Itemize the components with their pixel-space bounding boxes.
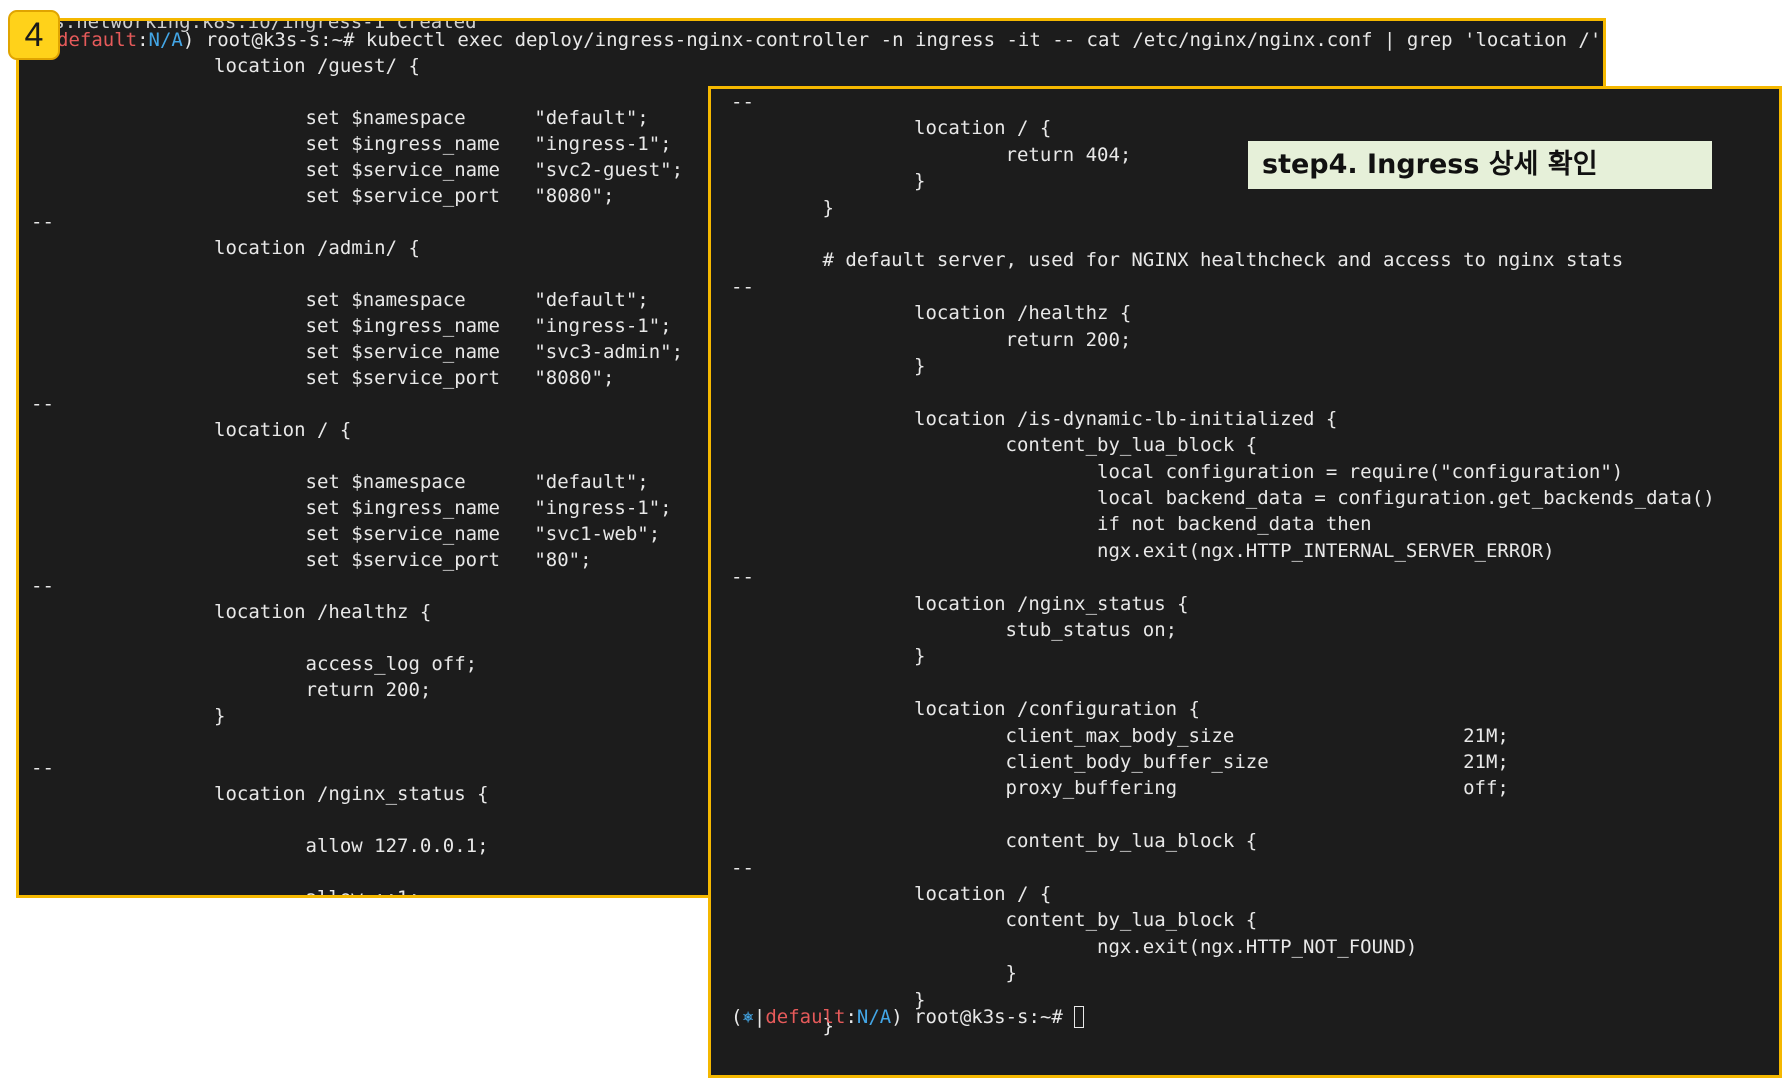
output-line: location /admin/ {: [31, 237, 420, 259]
output-line: set $ingress_name "ingress-1";: [31, 133, 672, 155]
output-line: client_max_body_size 21M;: [731, 724, 1509, 747]
output-line: set $ingress_name "ingress-1";: [31, 315, 672, 337]
output-line: --: [731, 566, 754, 589]
prompt-context: N/A: [856, 1006, 892, 1028]
output-line: access_log off;: [31, 653, 478, 675]
output-line: location / {: [731, 117, 1052, 140]
right-terminal-window[interactable]: -- location / { return 404; } } # defaul…: [708, 86, 1782, 1078]
prompt-user-host: root@k3s-s:~#: [194, 29, 366, 51]
output-line: set $service_port "8080";: [31, 367, 615, 389]
output-line: set $namespace "default";: [31, 289, 649, 311]
output-line: --: [31, 757, 54, 779]
output-line: location /nginx_status {: [731, 592, 1189, 615]
output-line: return 200;: [31, 679, 432, 701]
prompt-context: N/A: [148, 29, 183, 51]
output-line: allow 127.0.0.1;: [31, 835, 489, 857]
output-line: content_by_lua_block {: [731, 830, 1258, 853]
output-line: return 404;: [731, 143, 1132, 166]
output-line: --: [731, 91, 754, 113]
output-line: local configuration = require("configura…: [731, 460, 1624, 483]
output-line: local backend_data = configuration.get_b…: [731, 487, 1715, 509]
prompt-close-paren: ): [891, 1006, 903, 1028]
output-line: location /healthz {: [731, 302, 1132, 325]
output-line: --: [31, 575, 54, 597]
output-line: ngx.exit(ngx.HTTP_NOT_FOUND): [731, 935, 1418, 958]
output-line: --: [731, 856, 754, 879]
output-line: set $service_port "80";: [31, 549, 592, 571]
output-line: set $service_port "8080";: [31, 185, 615, 207]
output-line: set $service_name "svc3-admin";: [31, 341, 684, 363]
output-line: location /guest/ {: [31, 55, 420, 77]
prompt-separator: :: [137, 29, 149, 51]
output-line: }: [31, 705, 226, 727]
output-line: --: [31, 393, 54, 415]
output-line: set $namespace "default";: [31, 107, 649, 129]
terminal-cursor[interactable]: [1074, 1006, 1085, 1028]
prompt-bar: |: [753, 1006, 766, 1028]
output-line: # default server, used for NGINX healthc…: [731, 249, 1624, 272]
step-description-label: step4. Ingress 상세 확인: [1248, 141, 1712, 189]
output-line: return 200;: [731, 328, 1132, 351]
output-line: set $ingress_name "ingress-1";: [31, 497, 672, 519]
step-number-badge: 4: [8, 10, 60, 60]
command-text: kubectl exec deploy/ingress-nginx-contro…: [365, 29, 1606, 51]
prompt-separator: :: [845, 1006, 857, 1028]
output-line: location /is-dynamic-lb-initialized {: [731, 407, 1338, 430]
output-line: location / {: [31, 419, 352, 441]
output-line: stub_status on;: [731, 619, 1178, 641]
output-line: ngx.exit(ngx.HTTP_INTERNAL_SERVER_ERROR): [731, 539, 1555, 562]
output-line: location /configuration {: [731, 698, 1200, 721]
output-line: set $namespace "default";: [31, 471, 649, 493]
output-line: if not backend_data then: [731, 513, 1372, 536]
output-line: --: [31, 211, 54, 233]
command-prompt-line: default:N/A) root@k3s-s:~# kubectl exec …: [57, 27, 1606, 53]
output-line: }: [731, 170, 926, 193]
output-line: }: [731, 196, 834, 219]
kube-helm-icon: ⎈: [742, 1006, 754, 1028]
output-line: location /nginx_status {: [31, 783, 489, 805]
output-line: set $service_name "svc1-web";: [31, 523, 661, 545]
output-line: --: [731, 275, 754, 298]
output-line: proxy_buffering off;: [731, 777, 1509, 800]
output-line: allow ::1;: [31, 887, 420, 898]
output-line: content_by_lua_block {: [731, 909, 1258, 932]
output-line: }: [731, 645, 926, 668]
prompt-namespace: default: [765, 1006, 846, 1028]
shell-prompt-line: (⎈|default:N/A) root@k3s-s:~#: [731, 1004, 1085, 1030]
output-line: location / {: [731, 883, 1052, 905]
output-line: set $service_name "svc2-guest";: [31, 159, 684, 181]
output-line: client_body_buffer_size 21M;: [731, 751, 1509, 773]
output-line: }: [731, 962, 1017, 985]
prompt-open-paren: (: [731, 1006, 743, 1028]
output-line: location /healthz {: [31, 601, 432, 623]
prompt-namespace: default: [57, 29, 138, 51]
prompt-user-host: root@k3s-s:~#: [902, 1006, 1075, 1028]
output-line: }: [731, 355, 926, 377]
output-line: content_by_lua_block {: [731, 434, 1258, 457]
prompt-close-paren: ): [182, 29, 195, 51]
